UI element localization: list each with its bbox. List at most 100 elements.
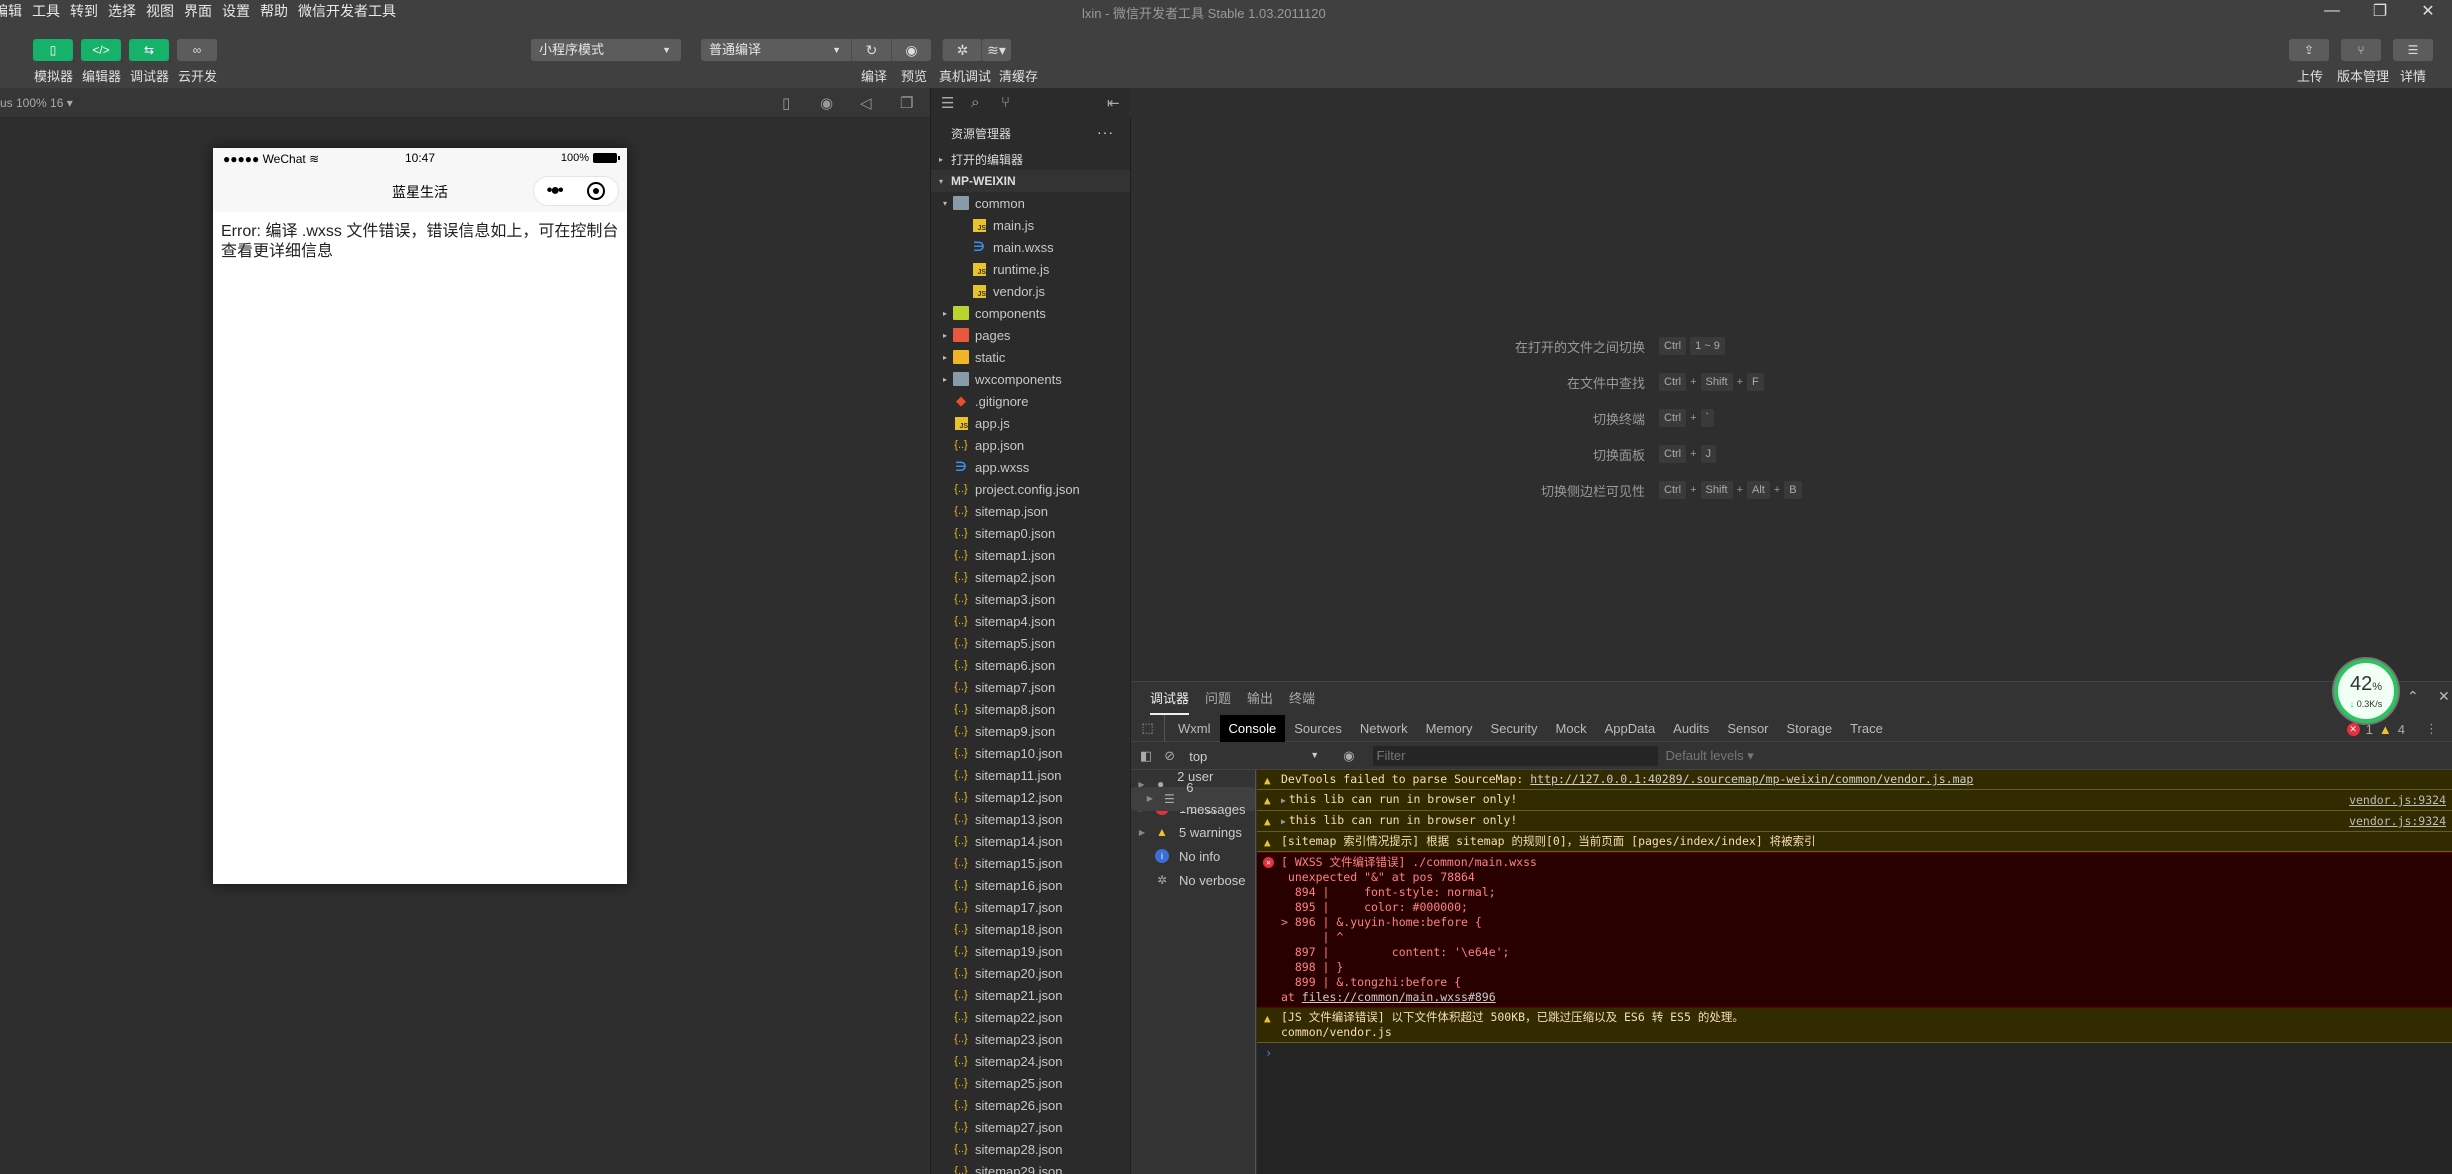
- tree-item[interactable]: {..} sitemap10.json: [931, 742, 1130, 764]
- tree-item[interactable]: JS main.js: [931, 214, 1130, 236]
- tree-item[interactable]: {..} sitemap17.json: [931, 896, 1130, 918]
- git-branch-icon[interactable]: ⑂: [1001, 94, 1010, 111]
- close-target-icon[interactable]: [587, 182, 606, 200]
- tree-item[interactable]: ▸ components: [931, 302, 1130, 324]
- clear-console-icon[interactable]: ⊘: [1164, 748, 1175, 764]
- devtools-top-tab[interactable]: 终端: [1289, 688, 1315, 715]
- detach-window-icon[interactable]: ❐: [900, 94, 913, 112]
- log-levels-select[interactable]: Default levels ▾: [1666, 748, 1754, 764]
- kebab-menu-icon[interactable]: ⋮: [2425, 721, 2438, 737]
- tree-item[interactable]: {..} sitemap6.json: [931, 654, 1130, 676]
- tree-item[interactable]: {..} sitemap8.json: [931, 698, 1130, 720]
- more-dots-icon[interactable]: •●•: [547, 182, 564, 200]
- tree-item[interactable]: ∋ app.wxss: [931, 456, 1130, 478]
- panel-tab-trace[interactable]: Trace: [1841, 715, 1892, 742]
- tree-item[interactable]: ∋ main.wxss: [931, 236, 1130, 258]
- tree-item[interactable]: {..} sitemap25.json: [931, 1072, 1130, 1094]
- menu-item[interactable]: 界面: [184, 1, 212, 21]
- tree-item[interactable]: {..} sitemap29.json: [931, 1160, 1130, 1174]
- tree-item[interactable]: {..} sitemap12.json: [931, 786, 1130, 808]
- tree-item[interactable]: {..} sitemap4.json: [931, 610, 1130, 632]
- expand-triangle-icon[interactable]: ▶: [1281, 796, 1286, 805]
- menu-item[interactable]: 工具: [32, 1, 60, 21]
- source-link[interactable]: vendor.js:9324: [2349, 793, 2446, 808]
- tree-item[interactable]: {..} sitemap22.json: [931, 1006, 1130, 1028]
- menu-item[interactable]: 帮助: [260, 1, 288, 21]
- home-record-icon[interactable]: ◉: [820, 94, 833, 112]
- minimize-icon[interactable]: —: [2308, 2, 2356, 20]
- menu-item[interactable]: 视图: [146, 1, 174, 21]
- tree-item[interactable]: {..} sitemap20.json: [931, 962, 1130, 984]
- inspect-element-icon[interactable]: ⬚: [1131, 714, 1165, 742]
- tree-item[interactable]: {..} sitemap24.json: [931, 1050, 1130, 1072]
- console-filter-item[interactable]: ▶ ☰ 6 messages: [1131, 780, 1255, 817]
- tree-item[interactable]: {..} sitemap23.json: [931, 1028, 1130, 1050]
- panel-tab-storage[interactable]: Storage: [1778, 715, 1842, 742]
- panel-tab-audits[interactable]: Audits: [1664, 715, 1718, 742]
- console-filter-item[interactable]: ▶ ▲ 5 warnings: [1131, 820, 1255, 844]
- menu-item[interactable]: 转到: [70, 1, 98, 21]
- open-editors-section[interactable]: ▸ 打开的编辑器: [931, 148, 1130, 170]
- clear-cache-button[interactable]: ≋▾: [981, 39, 1011, 61]
- tree-item[interactable]: {..} sitemap2.json: [931, 566, 1130, 588]
- tree-item[interactable]: {..} sitemap3.json: [931, 588, 1130, 610]
- upload-button[interactable]: ⇪: [2289, 39, 2329, 61]
- error-source-link[interactable]: files://common/main.wxss#896: [1302, 990, 1496, 1004]
- simulator-toggle-button[interactable]: ▯: [33, 39, 73, 61]
- tree-item[interactable]: {..} sitemap19.json: [931, 940, 1130, 962]
- maximize-icon[interactable]: ❐: [2356, 1, 2404, 21]
- mode-select[interactable]: 小程序模式 ▼: [531, 39, 681, 61]
- panel-tab-memory[interactable]: Memory: [1417, 715, 1482, 742]
- context-select[interactable]: top ▼: [1189, 749, 1319, 764]
- panel-tab-appdata[interactable]: AppData: [1596, 715, 1665, 742]
- panel-tab-sources[interactable]: Sources: [1285, 715, 1351, 742]
- console-prompt[interactable]: ›: [1257, 1043, 2452, 1063]
- tree-item[interactable]: {..} sitemap27.json: [931, 1116, 1130, 1138]
- debugger-toggle-button[interactable]: ⇆: [129, 39, 169, 61]
- tree-item[interactable]: {..} sitemap15.json: [931, 852, 1130, 874]
- tree-item[interactable]: {..} sitemap18.json: [931, 918, 1130, 940]
- tree-item[interactable]: ◆ .gitignore: [931, 390, 1130, 412]
- tree-item[interactable]: {..} sitemap.json: [931, 500, 1130, 522]
- tree-item[interactable]: {..} sitemap26.json: [931, 1094, 1130, 1116]
- editor-toggle-button[interactable]: </>: [81, 39, 121, 61]
- menu-item[interactable]: 选择: [108, 1, 136, 21]
- console-filter-input[interactable]: [1372, 746, 1658, 766]
- tree-item[interactable]: ▸ static: [931, 346, 1130, 368]
- tree-item[interactable]: JS vendor.js: [931, 280, 1130, 302]
- preview-button[interactable]: ◉: [891, 39, 931, 61]
- tree-item[interactable]: {..} sitemap13.json: [931, 808, 1130, 830]
- console-filter-item[interactable]: ✲ No verbose: [1131, 868, 1255, 892]
- menu-item[interactable]: 微信开发者工具: [298, 1, 396, 21]
- compile-select[interactable]: 普通编译 ▼: [701, 39, 851, 61]
- tree-item[interactable]: ▾ common: [931, 192, 1130, 214]
- tree-item[interactable]: {..} sitemap0.json: [931, 522, 1130, 544]
- source-link[interactable]: vendor.js:9324: [2349, 814, 2446, 829]
- tree-item[interactable]: JS app.js: [931, 412, 1130, 434]
- tree-item[interactable]: {..} project.config.json: [931, 478, 1130, 500]
- tree-item[interactable]: {..} sitemap9.json: [931, 720, 1130, 742]
- console-filter-item[interactable]: i No info: [1131, 844, 1255, 868]
- panel-tab-security[interactable]: Security: [1482, 715, 1547, 742]
- tree-item[interactable]: {..} sitemap5.json: [931, 632, 1130, 654]
- tree-item[interactable]: ▸ wxcomponents: [931, 368, 1130, 390]
- menu-item[interactable]: 设置: [222, 1, 250, 21]
- tree-item[interactable]: {..} sitemap11.json: [931, 764, 1130, 786]
- more-actions-icon[interactable]: ···: [1097, 124, 1114, 140]
- devtools-top-tab[interactable]: 问题: [1205, 688, 1231, 715]
- tree-item[interactable]: {..} app.json: [931, 434, 1130, 456]
- cloud-button[interactable]: ∞: [177, 39, 217, 61]
- tree-item[interactable]: {..} sitemap1.json: [931, 544, 1130, 566]
- tree-item[interactable]: {..} sitemap21.json: [931, 984, 1130, 1006]
- panel-tab-network[interactable]: Network: [1351, 715, 1417, 742]
- expand-triangle-icon[interactable]: ▶: [1281, 817, 1286, 826]
- tree-item[interactable]: ▸ pages: [931, 324, 1130, 346]
- panel-tab-sensor[interactable]: Sensor: [1718, 715, 1777, 742]
- devtools-top-tab[interactable]: 输出: [1247, 688, 1273, 715]
- version-button[interactable]: ⑂: [2341, 39, 2381, 61]
- search-icon[interactable]: ⌕: [971, 94, 979, 111]
- phone-icon[interactable]: ▯: [782, 94, 790, 112]
- chevron-up-icon[interactable]: ⌃: [2407, 688, 2419, 705]
- files-list-icon[interactable]: ☰: [941, 94, 954, 112]
- tree-item[interactable]: JS runtime.js: [931, 258, 1130, 280]
